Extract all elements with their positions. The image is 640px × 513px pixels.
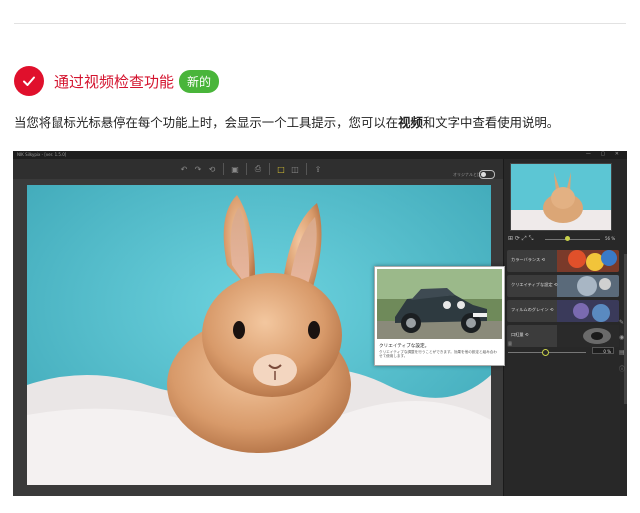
toolbar-divider (246, 163, 247, 175)
top-divider (14, 23, 626, 24)
compare-view-icon[interactable]: ◫ (289, 163, 301, 175)
strength-value-field[interactable]: 0 % (592, 347, 614, 354)
new-badge: 新的 (179, 69, 220, 93)
effect-thumbnail (557, 275, 619, 297)
drop-icon[interactable]: ◉ (619, 334, 625, 341)
right-panel: ⊞ ⟳ ⤢ ⤡ 56 % カラーバランス ⟲ クリエイティブな設定 ⟲ フィルム… (503, 159, 627, 496)
zoom-slider-handle[interactable] (565, 236, 570, 241)
toolbar-divider (223, 163, 224, 175)
window-title: NIK Silkypix - [ver. 1.5.0] (17, 152, 67, 157)
feature-heading: 通过视频检查功能 新的 (14, 66, 220, 96)
toolbar-divider (269, 163, 270, 175)
effect-color-balance[interactable]: カラーバランス ⟲ (507, 250, 619, 272)
crop-icon[interactable]: □ (275, 163, 287, 175)
zoom-tools-icon[interactable]: ⊞ ⟳ ⤢ ⤡ (508, 235, 533, 243)
side-tools: ✎ ◉ ▤ ⓘ (619, 319, 625, 373)
zoom-slider[interactable] (545, 239, 600, 240)
tooltip-title: クリエイティブな設定。 (379, 344, 430, 349)
zoom-value: 56 % (605, 236, 616, 241)
tooltip-video-preview[interactable] (377, 269, 502, 339)
compare-toggle[interactable] (479, 170, 495, 179)
save-icon[interactable]: ▣ (229, 163, 241, 175)
effect-label: カラーバランス ⟲ (511, 257, 546, 262)
toolbar-divider (306, 163, 307, 175)
effect-thumbnail (557, 300, 619, 322)
tooltip-body: クリエイティブな調整を行うことができます。効果を他の設定と組み合わせて使用します… (379, 350, 497, 359)
navigator-thumbnail[interactable] (510, 163, 612, 231)
effects-list: カラーバランス ⟲ クリエイティブな設定 ⟲ フィルムのグレイン ⟲ 口紅量 ⟲ (507, 250, 619, 350)
app-screenshot: NIK Silkypix - [ver. 1.5.0] — ▢ ✕ ↶ ↷ ⟲ … (13, 151, 627, 496)
title-bar: NIK Silkypix - [ver. 1.5.0] — ▢ ✕ (13, 151, 627, 159)
description-bold-text: 视频 (398, 115, 423, 130)
window-controls[interactable]: — ▢ ✕ (586, 151, 623, 157)
print-icon[interactable]: ⎙ (252, 163, 264, 175)
brush-icon[interactable]: ✎ (619, 319, 625, 326)
effect-creative-settings[interactable]: クリエイティブな設定 ⟲ (507, 275, 619, 297)
effect-film-grain[interactable]: フィルムのグレイン ⟲ (507, 300, 619, 322)
feature-description: 当您将鼠标光标悬停在每个功能上时，会显示一个工具提示，您可以在视频和文字中查看使… (14, 113, 559, 131)
info-icon[interactable]: ⓘ (619, 364, 625, 373)
checkmark-icon (14, 66, 44, 96)
effect-thumbnail (557, 250, 619, 272)
undo-icon[interactable]: ↶ (178, 163, 190, 175)
redo-icon[interactable]: ↷ (192, 163, 204, 175)
reset-icon[interactable]: ⟲ (206, 163, 218, 175)
layers-icon[interactable]: ▤ (619, 349, 625, 356)
effect-label: クリエイティブな設定 ⟲ (511, 282, 558, 287)
description-text: 当您将鼠标光标悬停在每个功能上时，会显示一个工具提示，您可以在 (14, 115, 399, 130)
effect-label: フィルムのグレイン ⟲ (511, 307, 554, 312)
effect-label: 口紅量 ⟲ (511, 332, 529, 337)
toolbar: ↶ ↷ ⟲ ▣ ⎙ □ ◫ ⇪ オリジナルと比較 (13, 159, 503, 179)
zoom-bar: ⊞ ⟳ ⤢ ⤡ 56 % (507, 235, 625, 244)
export-icon[interactable]: ⇪ (312, 163, 324, 175)
description-text-end: 和文字中查看使用说明。 (422, 115, 560, 130)
tooltip: クリエイティブな設定。 クリエイティブな調整を行うことができます。効果を他の設定… (374, 266, 505, 366)
strength-control: 量 0 % (508, 341, 618, 356)
strength-slider-handle[interactable] (542, 349, 549, 356)
feature-title: 通过视频检查功能 (54, 72, 175, 91)
